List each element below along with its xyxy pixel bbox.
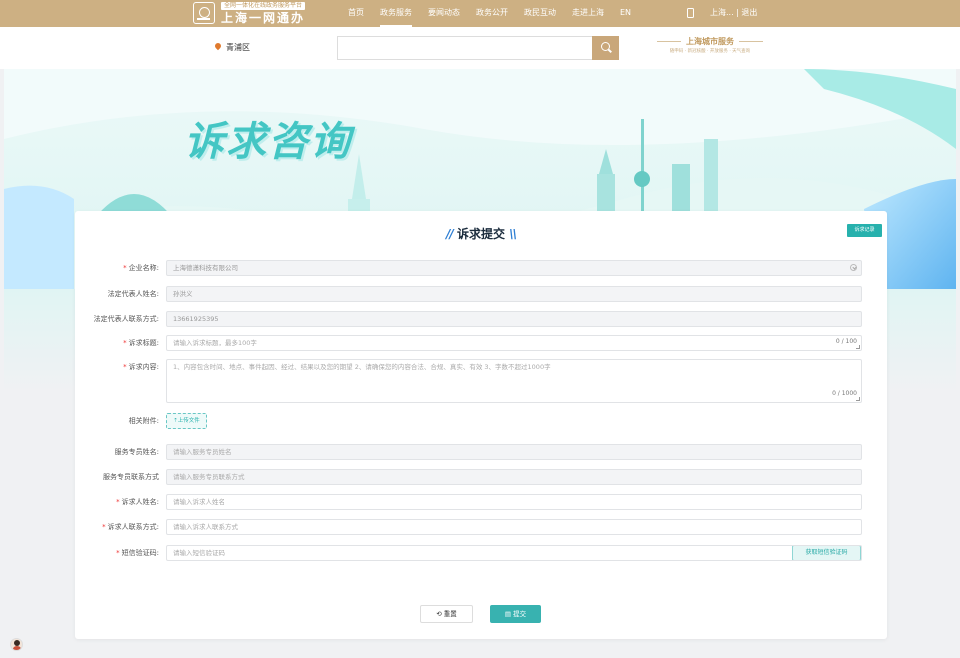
- field-label: * 诉求标题:: [123, 339, 159, 347]
- submit-button[interactable]: ▤ 提交: [490, 605, 541, 623]
- nav-item-home[interactable]: 首页: [340, 0, 372, 27]
- search-input[interactable]: [337, 36, 592, 60]
- banner-title: 诉求咨询: [184, 119, 352, 165]
- left-slash-decoration-icon: //: [446, 227, 454, 241]
- required-mark: *: [123, 264, 127, 272]
- required-mark: *: [123, 363, 127, 371]
- search-button[interactable]: [592, 36, 619, 60]
- nav-item-news[interactable]: 要闻动态: [420, 0, 468, 27]
- reset-button[interactable]: ⟲ 重置: [420, 605, 473, 623]
- location-label: 青浦区: [226, 43, 250, 52]
- nav-item-gov-services[interactable]: 政务服务: [372, 0, 420, 27]
- field-label: 法定代表人联系方式:: [93, 315, 159, 323]
- appeal-title-input[interactable]: 请输入诉求标题，最多100字 0 / 100: [166, 335, 862, 351]
- assistant-avatar-icon[interactable]: [10, 638, 23, 651]
- resize-handle-icon[interactable]: [856, 397, 860, 401]
- upload-file-button[interactable]: ⇡上传文件: [166, 413, 207, 429]
- field-label: * 诉求人姓名:: [116, 498, 159, 506]
- specialist-name-field[interactable]: 请输入服务专员姓名: [166, 444, 862, 460]
- appeal-form-card: // 诉求提交 \\ 诉求记录 * 企业名称: 上海德潇科技有限公司 法定代表人姓…: [75, 211, 887, 639]
- required-mark: *: [116, 549, 120, 557]
- logo-title: 上海一网通办: [221, 11, 306, 25]
- resize-handle-icon[interactable]: [856, 345, 860, 349]
- document-icon: ▤: [504, 610, 514, 618]
- form-title: // 诉求提交 \\: [75, 225, 887, 242]
- required-mark: *: [123, 339, 127, 347]
- char-counter: 0 / 1000: [832, 390, 857, 397]
- field-label: * 企业名称:: [123, 264, 159, 272]
- company-name-field[interactable]: 上海德潇科技有限公司: [166, 260, 862, 276]
- field-label: * 诉求内容:: [123, 363, 159, 371]
- site-logo[interactable]: 全网一体化在线政务服务平台 上海一网通办: [193, 2, 309, 25]
- city-brand-title: 上海城市服务: [650, 37, 770, 47]
- select-chevron-icon: [850, 264, 857, 271]
- required-mark: *: [102, 523, 106, 531]
- user-logout-links[interactable]: 上海... | 退出: [710, 0, 757, 25]
- main-nav: 首页 政务服务 要闻动态 政务公开 政民互动 走进上海 EN: [340, 0, 639, 27]
- city-brand-subtitle: 随申码 · 新冠核酸 · 开放服务 · 天气查询: [669, 48, 751, 54]
- field-label: 服务专员姓名:: [114, 448, 159, 456]
- nav-item-gov-affairs[interactable]: 政务公开: [468, 0, 516, 27]
- field-label: * 诉求人联系方式:: [102, 523, 159, 531]
- sub-header: 青浦区 上海城市服务 随申码 · 新冠核酸 · 开放服务 · 天气查询: [0, 27, 960, 69]
- legal-rep-phone-field[interactable]: 13661925395: [166, 311, 862, 327]
- right-slash-decoration-icon: \\: [509, 227, 517, 241]
- appeal-content-textarea[interactable]: 1、内容包含时间、地点、事件起因、经过、结果以及您的期望 2、请确保您的内容合法…: [166, 359, 862, 403]
- field-label: * 短信验证码:: [116, 549, 159, 557]
- nav-item-english[interactable]: EN: [612, 0, 639, 27]
- get-sms-code-button[interactable]: 获取短信验证码: [792, 546, 861, 560]
- char-counter: 0 / 100: [835, 338, 857, 345]
- required-mark: *: [116, 498, 120, 506]
- top-nav-bar: 全网一体化在线政务服务平台 上海一网通办 首页 政务服务 要闻动态 政务公开 政…: [0, 0, 960, 27]
- specialist-phone-field[interactable]: 请输入服务专员联系方式: [166, 469, 862, 485]
- legal-rep-name-field[interactable]: 孙洪义: [166, 286, 862, 302]
- appellant-name-input[interactable]: 请输入诉求人姓名: [166, 494, 862, 510]
- field-label: 法定代表人姓名:: [107, 290, 159, 298]
- field-label: 相关附件:: [128, 417, 159, 425]
- location-pin-icon: [213, 41, 223, 51]
- form-title-text: 诉求提交: [456, 227, 505, 241]
- field-label: 服务专员联系方式: [103, 473, 159, 481]
- emblem-logo-icon: [193, 2, 215, 24]
- appellant-phone-input[interactable]: 请输入诉求人联系方式: [166, 519, 862, 535]
- appeal-records-button[interactable]: 诉求记录: [847, 224, 882, 237]
- reset-icon: ⟲: [436, 610, 444, 618]
- city-services-brand[interactable]: 上海城市服务 随申码 · 新冠核酸 · 开放服务 · 天气查询: [650, 37, 770, 56]
- logo-tagline: 全网一体化在线政务服务平台: [221, 2, 306, 10]
- sms-code-input[interactable]: 请输入短信验证码 获取短信验证码: [166, 545, 862, 561]
- nav-item-about-shanghai[interactable]: 走进上海: [564, 0, 612, 27]
- mobile-phone-icon[interactable]: [687, 8, 694, 18]
- nav-item-interaction[interactable]: 政民互动: [516, 0, 564, 27]
- location-selector[interactable]: 青浦区: [213, 41, 250, 53]
